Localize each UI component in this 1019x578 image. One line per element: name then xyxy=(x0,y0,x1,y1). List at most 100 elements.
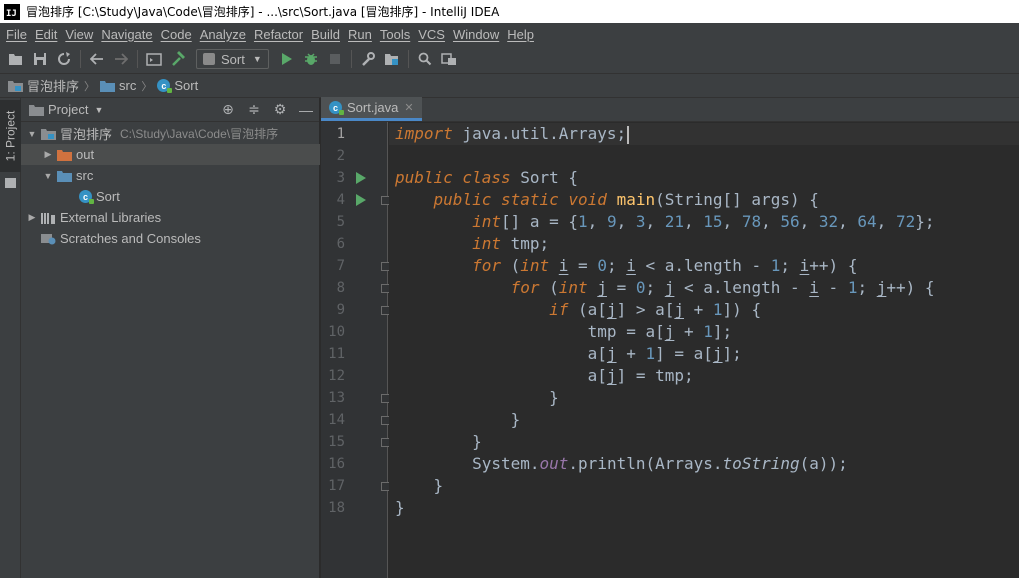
forward-arrow-icon[interactable] xyxy=(109,48,133,70)
project-panel-title[interactable]: Project xyxy=(48,102,88,117)
menu-window[interactable]: Window xyxy=(449,27,503,42)
code-editor[interactable]: import java.util.Arrays; public class So… xyxy=(389,122,1019,578)
menu-tools[interactable]: Tools xyxy=(376,27,414,42)
menu-navigate[interactable]: Navigate xyxy=(97,27,156,42)
menu-code[interactable]: Code xyxy=(157,27,196,42)
tree-item-label: Scratches and Consoles xyxy=(60,231,201,246)
tree-item-label: out xyxy=(76,147,95,162)
tree-item-external-libraries[interactable]: ▶ External Libraries xyxy=(21,207,320,228)
tree-item-project-root[interactable]: ▼ 冒泡排序 C:\Study\Java\Code\冒泡排序 xyxy=(21,123,320,144)
run-icon[interactable] xyxy=(275,48,299,70)
minimize-icon[interactable]: — xyxy=(293,102,319,118)
code-line-3: public class Sort { xyxy=(395,168,579,187)
breadcrumb: 冒泡排序 〉 src 〉 c Sort xyxy=(0,74,1019,98)
vcs-operations-icon[interactable] xyxy=(437,48,461,70)
expand-right-icon[interactable]: ▶ xyxy=(41,149,55,160)
debug-bug-icon[interactable] xyxy=(299,48,323,70)
main-toolbar: Sort ▼ xyxy=(0,45,1019,74)
menu-help[interactable]: Help xyxy=(503,27,538,42)
terminal-window-icon[interactable] xyxy=(142,48,166,70)
back-arrow-icon[interactable] xyxy=(85,48,109,70)
run-gutter-icon[interactable] xyxy=(355,167,367,189)
title-bar: IJ 冒泡排序 [C:\Study\Java\Code\冒泡排序] - ...\… xyxy=(0,0,1019,23)
toolbar-separator xyxy=(350,50,352,68)
save-icon[interactable] xyxy=(28,48,52,70)
tree-item-label: src xyxy=(76,168,94,183)
scratches-icon xyxy=(41,234,56,245)
module-folder-icon xyxy=(8,80,23,92)
run-config-icon xyxy=(203,53,215,65)
project-structure-icon[interactable] xyxy=(380,48,404,70)
project-tool-window-tab[interactable]: 1: Project xyxy=(0,100,21,172)
menu-vcs[interactable]: VCS xyxy=(414,27,449,42)
tab-label: Sort.java xyxy=(347,100,399,115)
line-number: 1 xyxy=(336,126,345,142)
line-number: 6 xyxy=(336,236,345,252)
tree-item-path: C:\Study\Java\Code\冒泡排序 xyxy=(120,127,279,141)
stop-icon[interactable] xyxy=(323,48,347,70)
source-folder-icon xyxy=(57,170,72,182)
code-line-12: a[j] = tmp; xyxy=(395,366,694,385)
expand-down-icon[interactable]: ▼ xyxy=(25,129,39,139)
expand-down-icon[interactable]: ▼ xyxy=(41,171,55,181)
run-gutter-icon[interactable] xyxy=(355,189,367,211)
libraries-icon xyxy=(41,212,55,224)
line-number: 7 xyxy=(336,258,345,274)
code-line-16: System.out.println(Arrays.toString(a)); xyxy=(395,454,848,473)
module-folder-icon xyxy=(41,128,56,140)
code-line-4: public static void main(String[] args) { xyxy=(433,190,819,209)
menu-analyze[interactable]: Analyze xyxy=(196,27,250,42)
run-configuration-selector[interactable]: Sort ▼ xyxy=(196,49,269,69)
code-line-1: import java.util.Arrays; xyxy=(395,123,630,145)
line-number: 3 xyxy=(336,170,345,186)
breadcrumb-item-src[interactable]: src xyxy=(100,78,136,93)
chevron-down-icon[interactable]: ▼ xyxy=(94,105,103,115)
breadcrumb-item-project[interactable]: 冒泡排序 xyxy=(8,76,79,95)
menu-file[interactable]: File xyxy=(2,27,31,42)
code-line-11: a[j + 1] = a[j]; xyxy=(395,344,742,363)
project-panel-tools: ⊕ ≑ ⚙ — xyxy=(215,101,319,118)
build-hammer-icon[interactable] xyxy=(166,48,190,70)
java-class-icon: c xyxy=(329,101,344,115)
chevron-down-icon: ▼ xyxy=(252,54,262,64)
menu-edit[interactable]: Edit xyxy=(31,27,61,42)
line-number: 2 xyxy=(336,148,345,164)
search-icon[interactable] xyxy=(413,48,437,70)
line-number: 10 xyxy=(328,324,345,340)
settings-wrench-icon[interactable] xyxy=(356,48,380,70)
tab-sort-java[interactable]: c Sort.java ✕ xyxy=(321,97,422,121)
folder-icon xyxy=(5,178,16,188)
menu-build[interactable]: Build xyxy=(307,27,344,42)
collapse-all-icon[interactable]: ≑ xyxy=(241,101,267,118)
intellij-app-icon: IJ xyxy=(4,3,20,20)
chevron-right-icon: 〉 xyxy=(141,80,153,93)
line-number: 16 xyxy=(328,456,345,472)
tree-item-out[interactable]: ▶ out xyxy=(21,144,320,165)
menu-view[interactable]: View xyxy=(61,27,97,42)
tree-item-scratches[interactable]: Scratches and Consoles xyxy=(21,228,320,249)
line-number: 5 xyxy=(336,214,345,230)
tree-item-src[interactable]: ▼ src xyxy=(21,165,320,186)
project-panel-header: Project ▼ ⊕ ≑ ⚙ — xyxy=(21,98,319,122)
menu-refactor[interactable]: Refactor xyxy=(250,27,307,42)
breadcrumb-item-sort[interactable]: c Sort xyxy=(157,78,198,93)
expand-right-icon[interactable]: ▶ xyxy=(25,212,39,223)
menu-run[interactable]: Run xyxy=(344,27,376,42)
code-line-10: tmp = a[j + 1]; xyxy=(395,322,733,341)
tree-item-label: External Libraries xyxy=(60,210,162,225)
tree-item-label: Sort xyxy=(96,189,120,204)
code-line-7: for (int i = 0; i < a.length - 1; i++) { xyxy=(472,256,858,275)
sync-icon[interactable] xyxy=(52,48,76,70)
close-icon[interactable]: ✕ xyxy=(404,101,413,114)
code-line-8: for (int j = 0; j < a.length - i - 1; j+… xyxy=(510,278,935,297)
tree-item-sort[interactable]: c Sort xyxy=(21,186,320,207)
project-folder-icon xyxy=(29,104,44,116)
gear-icon[interactable]: ⚙ xyxy=(267,101,293,118)
line-number: 15 xyxy=(328,434,345,450)
code-line-9: if (a[j] > a[j + 1]) { xyxy=(549,300,762,319)
editor-gutter[interactable]: 1 2 3 4 5 6 7 8 9 10 11 12 13 14 15 16 1… xyxy=(321,122,390,578)
toolbar-separator xyxy=(80,50,81,68)
breadcrumb-label: 冒泡排序 xyxy=(27,79,80,94)
locate-target-icon[interactable]: ⊕ xyxy=(215,101,241,118)
open-folder-icon[interactable] xyxy=(4,48,28,70)
